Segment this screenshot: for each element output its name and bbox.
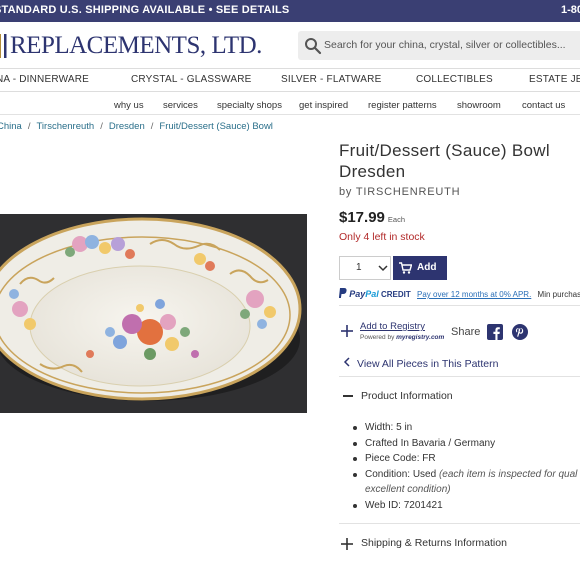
paypal-credit-banner: PayPal CREDIT Pay over 12 months at 0% A… xyxy=(338,288,580,299)
stock-status: Only 4 left in stock xyxy=(339,231,425,243)
product-information-heading: Product Information xyxy=(361,390,453,402)
quantity-select[interactable]: 1 xyxy=(339,256,391,280)
detail-width: Width: 5 in xyxy=(352,420,580,436)
plus-icon xyxy=(341,325,353,337)
logo-wordmark: REPLACEMENTS, LTD. xyxy=(10,32,262,59)
paypal-credit-label: CREDIT xyxy=(381,290,411,299)
add-to-cart-button[interactable]: Add xyxy=(393,256,447,280)
facebook-icon[interactable] xyxy=(487,324,503,340)
shipping-returns-heading: Shipping & Returns Information xyxy=(361,537,507,549)
pattern-name: Dresden xyxy=(339,162,406,181)
phone-number[interactable]: 1-80 xyxy=(561,4,580,16)
shipping-promo-link[interactable]: STANDARD U.S. SHIPPING AVAILABLE • SEE D… xyxy=(0,4,289,16)
breadcrumb-china[interactable]: China xyxy=(0,121,22,132)
search-bar[interactable] xyxy=(298,31,580,60)
breadcrumb-item[interactable]: Fruit/Dessert (Sauce) Bowl xyxy=(159,121,273,132)
nav-why-us[interactable]: why us xyxy=(114,100,144,111)
nav-get-inspired[interactable]: get inspired xyxy=(299,100,348,111)
nav-collectibles[interactable]: COLLECTIBLES xyxy=(416,74,493,85)
detail-condition: Condition: Used (each item is inspected … xyxy=(352,467,580,483)
breadcrumb-separator: / xyxy=(100,121,103,132)
minus-icon xyxy=(343,395,353,397)
add-button-label: Add xyxy=(417,262,437,273)
paypal-min-purchase: Min purchase re xyxy=(537,290,580,299)
nav-showroom[interactable]: showroom xyxy=(457,100,501,111)
divider xyxy=(339,376,580,377)
nav-services[interactable]: services xyxy=(163,100,198,111)
manufacturer-link[interactable]: by TIRSCHENREUTH xyxy=(339,186,460,198)
product-photo[interactable] xyxy=(0,214,307,413)
paypal-brand-b: Pal xyxy=(365,289,379,299)
cart-icon xyxy=(399,262,412,274)
price-unit: Each xyxy=(387,215,405,224)
detail-condition-note: excellent condition) xyxy=(365,484,451,495)
nav-estate-jewelry[interactable]: ESTATE JEW xyxy=(529,74,580,85)
product-name: Fruit/Dessert (Sauce) Bowl xyxy=(339,141,550,160)
detail-web-id: Web ID: 7201421 xyxy=(352,498,580,514)
nav-contact-us[interactable]: contact us xyxy=(522,100,565,111)
fork-knife-icon xyxy=(0,34,7,58)
top-banner: STANDARD U.S. SHIPPING AVAILABLE • SEE D… xyxy=(0,0,580,22)
nav-register-patterns[interactable]: register patterns xyxy=(368,100,437,111)
quantity-value: 1 xyxy=(356,262,362,273)
nav-dinnerware[interactable]: NA - DINNERWARE xyxy=(0,74,89,85)
breadcrumb-separator: / xyxy=(150,121,154,132)
product-title: Fruit/Dessert (Sauce) Bowl Dresden xyxy=(339,140,580,182)
registry-powered-by: Powered by myregistry.com xyxy=(360,334,445,341)
view-all-label: View All Pieces in This Pattern xyxy=(357,358,499,370)
search-icon[interactable] xyxy=(304,37,322,55)
share-label: Share xyxy=(451,326,481,338)
add-to-registry-link[interactable]: Add to Registry xyxy=(360,321,425,332)
nav-specialty-shops[interactable]: specialty shops xyxy=(217,100,282,111)
price: $17.99 Each xyxy=(339,209,405,226)
plus-icon xyxy=(341,538,353,550)
price-value: $17.99 xyxy=(339,209,385,226)
breadcrumb: China / Tirschenreuth / Dresden / Fruit/Desser… xyxy=(0,121,273,132)
detail-piece-code: Piece Code: FR xyxy=(352,451,580,467)
nav-divider xyxy=(0,114,580,115)
paypal-brand-a: Pay xyxy=(349,289,366,299)
view-all-pieces-link[interactable]: View All Pieces in This Pattern xyxy=(343,357,498,370)
floral-bowl-image xyxy=(0,214,307,413)
product-details-list: Width: 5 in Crafted In Bavaria / Germany… xyxy=(352,420,580,513)
divider xyxy=(339,523,580,524)
breadcrumb-pattern[interactable]: Dresden xyxy=(109,121,145,132)
breadcrumb-manufacturer[interactable]: Tirschenreuth xyxy=(36,121,94,132)
search-input[interactable] xyxy=(324,36,579,54)
breadcrumb-separator: / xyxy=(27,121,31,132)
paypal-terms-link[interactable]: Pay over 12 months at 0% APR. xyxy=(417,290,531,299)
nav-crystal[interactable]: CRYSTAL - GLASSWARE xyxy=(131,74,252,85)
detail-origin: Crafted In Bavaria / Germany xyxy=(352,436,580,452)
category-nav: NA - DINNERWARE CRYSTAL - GLASSWARE SILV… xyxy=(0,68,580,92)
chevron-down-icon xyxy=(378,265,388,272)
chevron-left-icon xyxy=(343,357,350,367)
nav-silver[interactable]: SILVER - FLATWARE xyxy=(281,74,381,85)
pinterest-icon[interactable] xyxy=(512,324,528,340)
divider xyxy=(339,305,580,306)
paypal-icon xyxy=(338,288,347,298)
